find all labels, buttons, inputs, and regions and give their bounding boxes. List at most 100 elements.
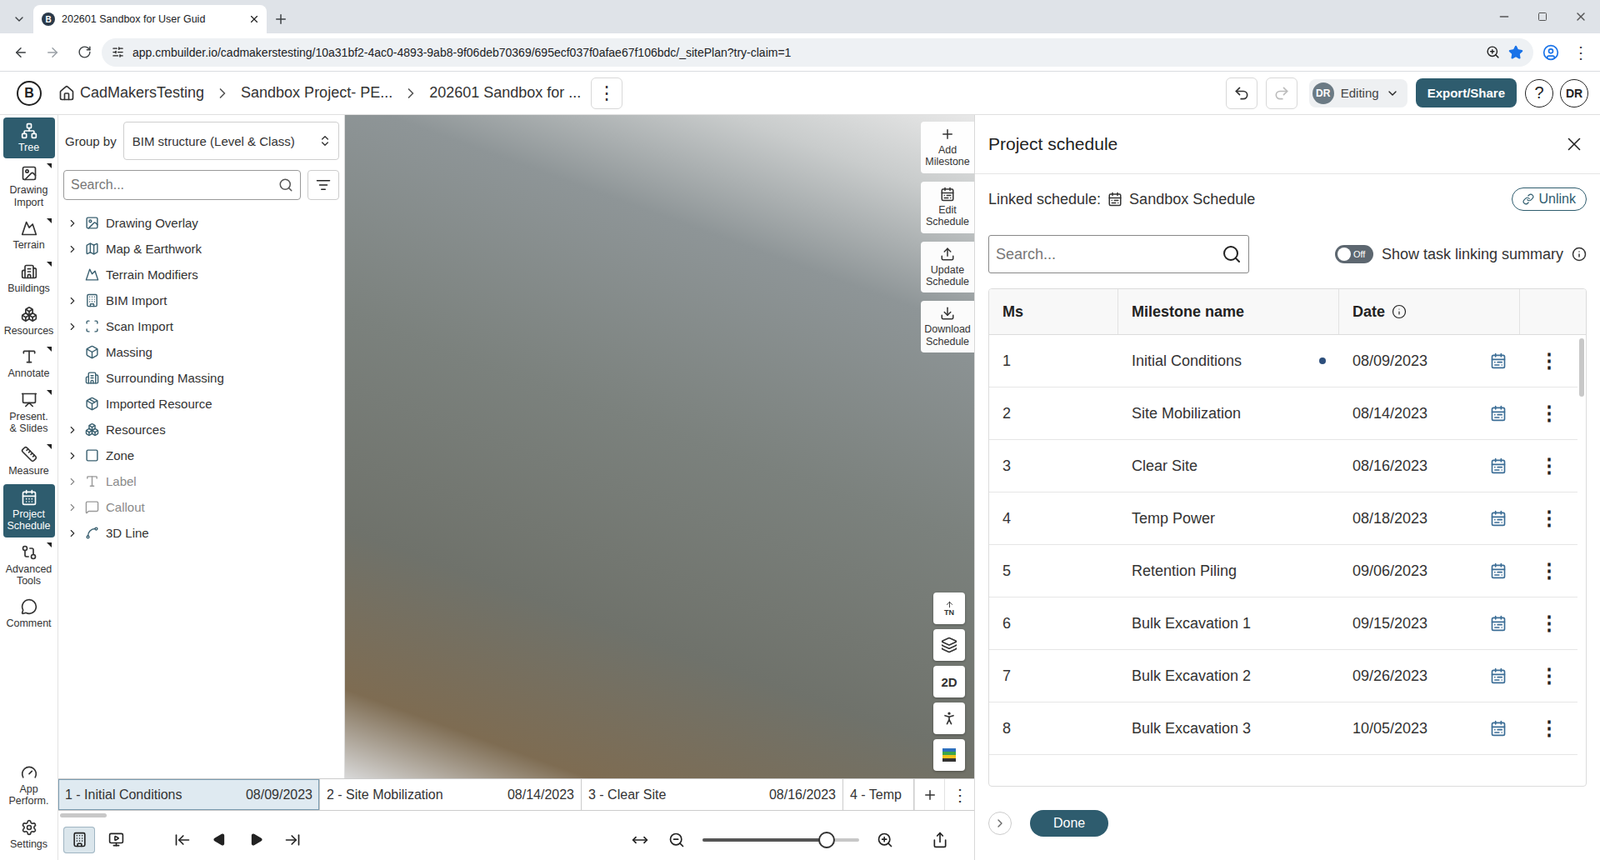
- rail-item[interactable]: Drawing Import: [3, 160, 55, 214]
- zoom-icon[interactable]: [1485, 45, 1500, 60]
- zoom-slider[interactable]: [702, 838, 860, 842]
- tree-item[interactable]: Terrain Modifiers: [63, 261, 340, 288]
- expand-icon[interactable]: [66, 320, 79, 333]
- zoom-in-button[interactable]: [869, 826, 901, 854]
- rail-item[interactable]: Measure: [3, 440, 55, 482]
- milestone-row[interactable]: 2Site Mobilization08/14/2023⋮: [989, 387, 1578, 440]
- rail-item[interactable]: App Perform.: [3, 759, 55, 813]
- rail-item[interactable]: Project Schedule: [3, 484, 55, 538]
- next-button[interactable]: [240, 826, 272, 854]
- undo-button[interactable]: [1225, 77, 1258, 110]
- row-menu-button[interactable]: ⋮: [1539, 508, 1560, 529]
- schedule-link-icon[interactable]: [1490, 510, 1507, 527]
- view-control-button[interactable]: [933, 629, 965, 661]
- filter-button[interactable]: [307, 170, 340, 200]
- minimize-button[interactable]: [1485, 0, 1524, 34]
- close-panel-icon[interactable]: [1563, 133, 1585, 155]
- app-logo[interactable]: B: [16, 80, 42, 106]
- schedule-link-icon[interactable]: [1490, 562, 1507, 580]
- row-menu-button[interactable]: ⋮: [1539, 403, 1560, 424]
- schedule-link-icon[interactable]: [1490, 352, 1507, 370]
- rail-item[interactable]: Present. & Slides: [3, 386, 55, 440]
- site-info-icon[interactable]: [111, 45, 125, 59]
- rail-item[interactable]: Annotate: [3, 343, 55, 385]
- expand-icon[interactable]: [66, 424, 79, 436]
- expand-icon[interactable]: [66, 475, 79, 488]
- tree-item[interactable]: Zone: [63, 442, 340, 469]
- milestone-chip[interactable]: 2 - Site Mobilization08/14/2023: [320, 779, 582, 810]
- rail-item[interactable]: Resources: [3, 300, 55, 342]
- add-milestone-button[interactable]: [914, 779, 945, 810]
- reload-button[interactable]: [70, 38, 99, 67]
- mode-dropdown[interactable]: DREditing: [1309, 79, 1408, 108]
- group-by-select[interactable]: BIM structure (Level & Class): [123, 121, 340, 160]
- url-field[interactable]: app.cmbuilder.io/cadmakerstesting/10a31b…: [101, 38, 1534, 67]
- milestone-row[interactable]: 4Temp Power08/18/2023⋮: [989, 492, 1578, 545]
- help-button[interactable]: ?: [1525, 79, 1554, 108]
- tree-item[interactable]: Surrounding Massing: [63, 365, 340, 391]
- new-tab-button[interactable]: [266, 5, 295, 34]
- profile-button[interactable]: [1536, 38, 1565, 67]
- breadcrumb[interactable]: 202601 Sandbox for ...: [429, 84, 581, 102]
- schedule-link-icon[interactable]: [1490, 405, 1507, 422]
- expand-icon[interactable]: [66, 501, 79, 514]
- close-window-button[interactable]: [1561, 0, 1600, 34]
- back-button[interactable]: [6, 38, 35, 67]
- row-menu-button[interactable]: ⋮: [1539, 350, 1560, 371]
- milestone-chip[interactable]: 3 - Clear Site08/16/2023: [581, 779, 844, 810]
- forward-button[interactable]: [38, 38, 67, 67]
- schedule-link-icon[interactable]: [1490, 615, 1507, 632]
- schedule-tool-button[interactable]: Download Schedule: [920, 300, 975, 353]
- unlink-button[interactable]: Unlink: [1511, 187, 1587, 211]
- zoom-slider-knob[interactable]: [818, 831, 835, 849]
- breadcrumb[interactable]: CadMakersTesting: [58, 84, 205, 102]
- expand-icon[interactable]: [66, 217, 79, 230]
- collapse-button[interactable]: [988, 811, 1012, 835]
- milestone-row[interactable]: 7Bulk Excavation 209/26/2023⋮: [989, 650, 1578, 703]
- table-scrollbar[interactable]: [1579, 338, 1585, 397]
- tree-search-input[interactable]: Search...: [63, 170, 301, 200]
- rail-item[interactable]: Comment: [3, 593, 55, 635]
- tree-item[interactable]: Resources: [63, 416, 340, 443]
- schedule-link-icon[interactable]: [1490, 720, 1507, 737]
- schedule-link-icon[interactable]: [1490, 457, 1507, 475]
- close-tab-icon[interactable]: [248, 13, 260, 25]
- view-control-button[interactable]: [933, 739, 965, 771]
- rail-item[interactable]: Advanced Tools: [3, 539, 55, 593]
- previous-button[interactable]: [203, 826, 235, 854]
- schedule-link-icon[interactable]: [1490, 667, 1507, 685]
- redo-button[interactable]: [1265, 77, 1298, 110]
- tree-item[interactable]: Imported Resource: [63, 390, 340, 417]
- view-mode-button[interactable]: [63, 826, 95, 854]
- restore-button[interactable]: [1523, 0, 1562, 34]
- avatar-button[interactable]: DR: [1560, 79, 1589, 108]
- expand-icon[interactable]: [66, 295, 79, 307]
- tree-item[interactable]: 3D Line: [63, 520, 340, 546]
- tree-item[interactable]: Massing: [63, 339, 340, 365]
- row-menu-button[interactable]: ⋮: [1539, 455, 1560, 476]
- milestone-chip[interactable]: 4 - Temp: [843, 779, 915, 810]
- tree-item[interactable]: Drawing Overlay: [63, 210, 340, 236]
- expand-icon[interactable]: [66, 243, 79, 255]
- row-menu-button[interactable]: ⋮: [1539, 613, 1560, 634]
- expand-icon[interactable]: [66, 527, 79, 540]
- row-menu-button[interactable]: ⋮: [1539, 560, 1560, 581]
- browser-menu-button[interactable]: ⋮: [1568, 44, 1594, 61]
- scene-view[interactable]: Add MilestoneEdit ScheduleUpdate Schedul…: [345, 115, 975, 779]
- view-control-button[interactable]: 2D: [933, 665, 965, 698]
- info-icon[interactable]: [1571, 246, 1587, 262]
- export-share-button[interactable]: Export/Share: [1415, 78, 1517, 108]
- share-view-button[interactable]: [924, 826, 956, 854]
- tree-item[interactable]: Label: [63, 468, 340, 495]
- breadcrumb[interactable]: Sandbox Project- PE...: [240, 84, 393, 102]
- zoom-out-button[interactable]: [660, 826, 693, 854]
- done-button[interactable]: Done: [1030, 810, 1109, 837]
- column-header[interactable]: Ms: [989, 289, 1119, 335]
- schedule-tool-button[interactable]: Edit Schedule: [920, 181, 975, 234]
- milestone-row[interactable]: 5Retention Piling09/06/2023⋮: [989, 545, 1578, 598]
- tree-item[interactable]: Map & Earthwork: [63, 235, 340, 262]
- strip-scrollbar[interactable]: [60, 813, 107, 818]
- browser-tab[interactable]: B202601 Sandbox for User Guid: [33, 5, 267, 34]
- tab-list-button[interactable]: [5, 5, 34, 34]
- milestone-search-input[interactable]: Search...: [988, 235, 1250, 274]
